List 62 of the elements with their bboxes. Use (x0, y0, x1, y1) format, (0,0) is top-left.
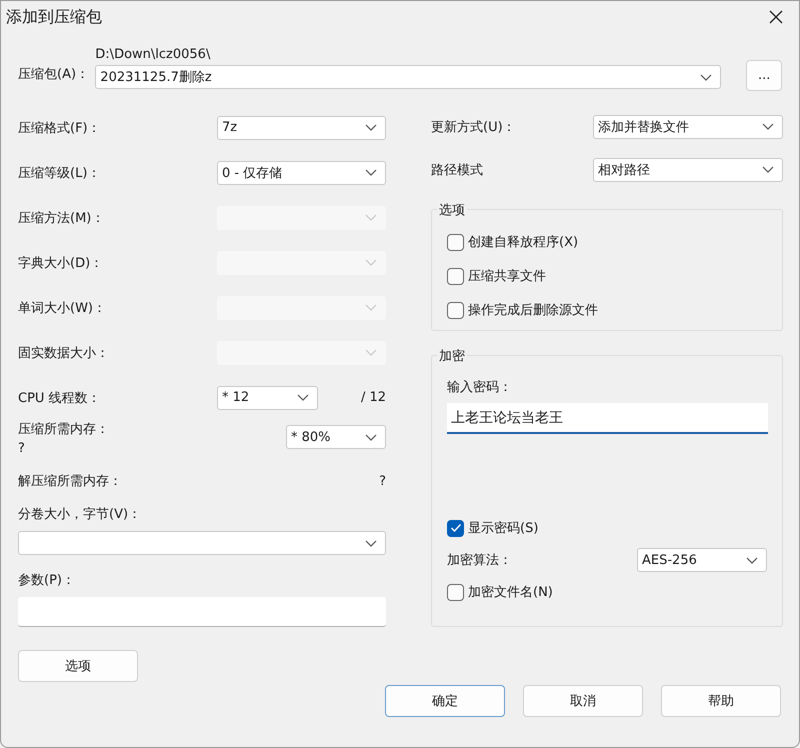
dialog-button[interactable]: 确定 (385, 685, 505, 717)
checkbox[interactable] (447, 520, 464, 536)
checkbox[interactable] (447, 584, 464, 600)
dialog-button[interactable]: 取消 (523, 685, 643, 717)
chevron-icon (297, 394, 309, 401)
checkbox-label[interactable]: 压缩共享文件 (468, 267, 546, 285)
volume-label: 分卷大小，字节(V)： (18, 506, 142, 523)
checkbox[interactable] (447, 234, 464, 250)
parameters-field[interactable] (18, 597, 386, 627)
chevron-icon (365, 349, 377, 356)
chevron-icon (365, 434, 377, 440)
setting-label: 解压缩所需内存： (18, 473, 122, 490)
setting-label: 单词大小(W)： (18, 300, 106, 316)
dropdown[interactable]: * 12 (217, 386, 318, 410)
setting-label: 更新方式(U)： (431, 118, 516, 136)
dropdown[interactable]: 添加并替换文件 (593, 114, 783, 138)
password-field[interactable]: 上老王论坛当老王 (447, 403, 768, 434)
dropdown[interactable]: * 80% (286, 425, 386, 449)
setting-label: 压缩格式(F)： (18, 120, 101, 136)
chevron-icon (365, 259, 377, 266)
checkmark-icon (450, 523, 462, 533)
chevron-icon (746, 556, 758, 564)
memory-value: ? (379, 474, 386, 488)
checkbox[interactable] (447, 302, 464, 318)
checkbox-label[interactable]: 操作完成后删除源文件 (468, 301, 598, 319)
checkbox-label[interactable]: 加密文件名(N) (468, 583, 553, 601)
parameters-label: 参数(P)： (18, 572, 76, 589)
setting-label: CPU 线程数： (18, 390, 101, 406)
dropdown[interactable]: 0 - 仅存储 (217, 160, 386, 184)
checkbox-label[interactable]: 创建自释放程序(X) (468, 233, 578, 251)
archive-name-combo[interactable]: 20231125.7删除z (95, 65, 722, 89)
dropdown[interactable]: 相对路径 (593, 158, 783, 182)
dialog-button[interactable]: 帮助 (661, 685, 781, 717)
thread-total: / 12 (360, 390, 386, 405)
dropdown[interactable]: AES-256 (637, 548, 767, 572)
chevron-icon (762, 166, 774, 173)
window-title: 添加到压缩包 (6, 6, 102, 28)
chevron-icon (365, 169, 377, 176)
setting-label: 压缩等级(L)： (18, 164, 100, 182)
chevron-icon (365, 214, 377, 221)
checkbox-label[interactable]: 显示密码(S) (468, 519, 538, 537)
memory-value: ? (18, 441, 26, 456)
setting-label: 字典大小(D)： (18, 254, 104, 272)
options-button[interactable]: 选项 (18, 650, 138, 682)
encryption-method-label: 加密算法： (447, 552, 512, 569)
setting-label: 压缩方法(M)： (18, 210, 104, 226)
chevron-icon (365, 540, 377, 546)
dropdown[interactable]: 7z (217, 116, 386, 140)
setting-label: 压缩所需内存： (18, 421, 109, 438)
group-title: 选项 (437, 201, 467, 219)
browse-button[interactable]: ... (746, 60, 782, 91)
password-label: 输入密码： (447, 379, 513, 396)
chevron-icon (762, 123, 774, 130)
setting-label: 路径模式 (431, 162, 483, 178)
archive-label: 压缩包(A)： (18, 66, 90, 83)
chevron-icon (700, 74, 712, 80)
chevron-icon (365, 304, 377, 311)
chevron-icon (365, 124, 377, 131)
archive-path: D:\Down\lcz0056\ (95, 47, 212, 62)
checkbox[interactable] (447, 268, 464, 284)
close-icon[interactable] (769, 10, 783, 24)
setting-label: 固实数据大小： (18, 344, 109, 362)
